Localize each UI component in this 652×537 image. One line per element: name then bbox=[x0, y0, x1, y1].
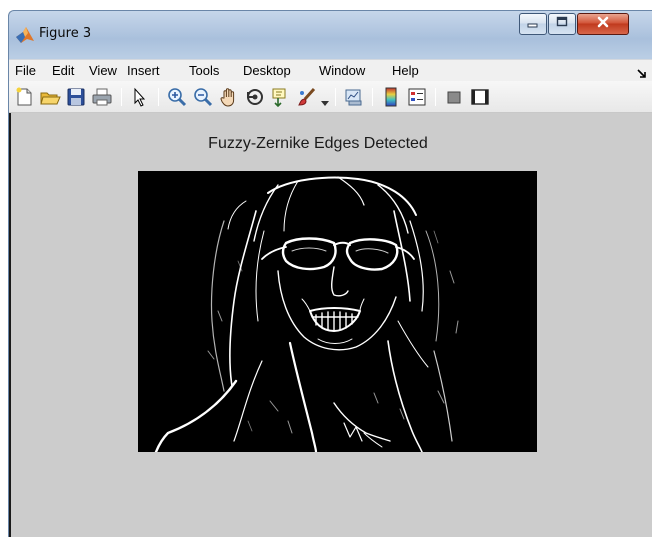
toolbar-separator bbox=[372, 88, 373, 106]
print-icon[interactable] bbox=[91, 86, 113, 108]
pan-hand-icon[interactable] bbox=[218, 86, 240, 108]
menu-view[interactable]: View bbox=[89, 63, 117, 78]
legend-icon[interactable] bbox=[406, 86, 428, 108]
menu-help[interactable]: Help bbox=[392, 63, 419, 78]
show-plot-tools-icon[interactable] bbox=[469, 86, 491, 108]
window-title: Figure 3 bbox=[39, 26, 92, 41]
title-bar[interactable]: Figure 3 bbox=[9, 11, 652, 61]
pointer-icon[interactable] bbox=[129, 86, 151, 108]
edge-detected-portrait bbox=[154, 176, 459, 452]
close-icon bbox=[596, 15, 610, 34]
minimize-icon bbox=[527, 15, 539, 33]
zoom-in-icon[interactable] bbox=[166, 86, 188, 108]
menu-edit[interactable]: Edit bbox=[52, 63, 74, 78]
open-file-icon[interactable] bbox=[39, 86, 61, 108]
plot-title: Fuzzy-Zernike Edges Detected bbox=[208, 135, 428, 152]
maximize-button[interactable] bbox=[548, 13, 576, 35]
minimize-button[interactable] bbox=[519, 13, 547, 35]
menu-bar: File Edit View Insert Tools Desktop Wind… bbox=[9, 59, 652, 81]
zoom-out-icon[interactable] bbox=[192, 86, 214, 108]
matlab-logo-icon bbox=[15, 25, 35, 45]
menu-window[interactable]: Window bbox=[319, 63, 365, 78]
rotate-3d-icon[interactable] bbox=[244, 86, 266, 108]
close-button[interactable] bbox=[577, 13, 629, 35]
figure-window: Figure 3 File Edit View Insert Tools Des… bbox=[8, 10, 652, 537]
figure-toolbar bbox=[9, 81, 652, 113]
save-icon[interactable] bbox=[65, 86, 87, 108]
hide-plot-tools-icon[interactable] bbox=[443, 86, 465, 108]
toolbar-separator bbox=[435, 88, 436, 106]
toolbar-separator bbox=[158, 88, 159, 106]
toolbar-separator bbox=[121, 88, 122, 106]
brush-icon[interactable] bbox=[296, 86, 318, 108]
toolbar-separator bbox=[335, 88, 336, 106]
menu-desktop[interactable]: Desktop bbox=[243, 63, 291, 78]
chevron-down-icon[interactable] bbox=[321, 94, 329, 112]
colorbar-icon[interactable] bbox=[380, 86, 402, 108]
menu-insert[interactable]: Insert bbox=[127, 63, 160, 78]
menu-file[interactable]: File bbox=[15, 63, 36, 78]
data-cursor-icon[interactable] bbox=[270, 86, 292, 108]
edge-image[interactable] bbox=[138, 171, 537, 452]
figure-canvas[interactable]: Fuzzy-Zernike Edges Detected bbox=[9, 113, 652, 537]
maximize-icon bbox=[556, 15, 568, 33]
menu-tools[interactable]: Tools bbox=[189, 63, 219, 78]
new-figure-icon[interactable] bbox=[13, 86, 35, 108]
link-plot-icon[interactable] bbox=[343, 86, 365, 108]
